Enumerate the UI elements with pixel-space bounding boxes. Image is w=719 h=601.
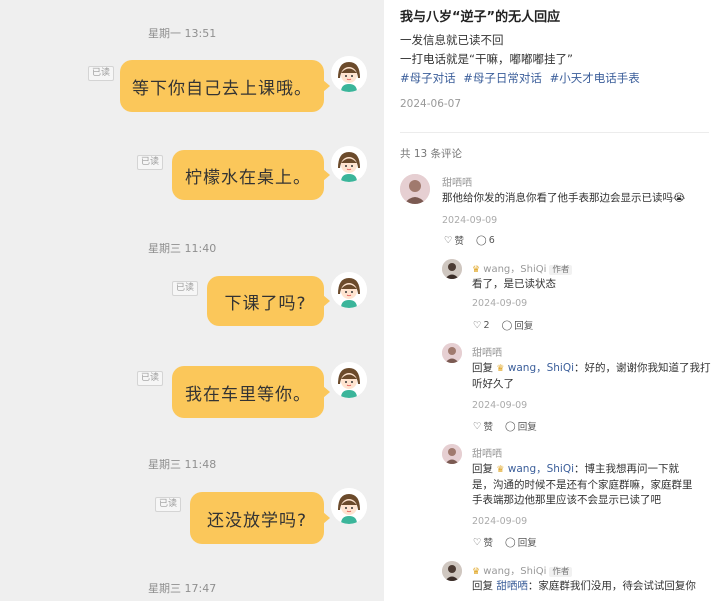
comment-text: 回复 ♛ wang，ShiQi：博主我想再问一下就 是，沟通的时候不是还有个家庭… [472, 463, 693, 506]
chat-bubble-icon: ◯ [476, 234, 487, 246]
comment-count: 共 13 条评论 [400, 148, 463, 160]
message-bubble[interactable]: 柠檬水在桌上。 [172, 150, 330, 200]
reply-button[interactable]: ◯ 回复 [505, 535, 537, 550]
message-timestamp: 星期三 11:40 [148, 242, 217, 255]
user-photo-icon [442, 444, 462, 464]
comment-date: 2024-09-09 [472, 516, 528, 527]
like-button[interactable]: ♡ 赞 [473, 419, 493, 434]
read-receipt: 已读 [137, 155, 164, 170]
chat-bubble-icon: ◯ [505, 536, 516, 548]
post-body-line: 一打电话就是“干嘛，嘟嘟嘟挂了” [400, 52, 573, 66]
message-bubble[interactable]: 我在车里等你。 [172, 366, 330, 418]
crown-icon: ♛ [496, 465, 505, 475]
read-receipt: 已读 [172, 281, 199, 296]
message-timestamp: 星期一 13:51 [148, 27, 217, 40]
avatar[interactable] [331, 362, 367, 398]
chat-bubble-icon: ◯ [505, 420, 516, 432]
post-panel: 我与八岁“逆子”的无人回应 一发信息就已读不回 一打电话就是“干嘛，嘟嘟嘟挂了”… [384, 0, 719, 601]
avatar[interactable] [442, 444, 462, 464]
comment-username[interactable]: 甜哂哂 [472, 445, 502, 460]
crown-icon: ♛ [496, 364, 505, 374]
read-receipt: 已读 [155, 497, 182, 512]
comment-date: 2024-09-09 [472, 298, 528, 309]
post-date: 2024-06-07 [400, 98, 462, 110]
avatar[interactable] [331, 272, 367, 308]
chat-bubble-icon: ◯ [501, 319, 513, 331]
comment-date: 2024-09-09 [442, 215, 498, 226]
author-badge: 作者 [549, 567, 573, 577]
like-button[interactable]: ♡ 赞 [444, 233, 464, 248]
cartoon-girl-icon [331, 272, 367, 308]
crown-icon: ♛ [472, 265, 481, 275]
avatar[interactable] [331, 146, 367, 182]
hashtag-link[interactable]: #母子对话 [400, 71, 456, 85]
user-photo-icon [400, 174, 430, 204]
message-bubble[interactable]: 下课了吗? [207, 276, 330, 326]
avatar[interactable] [442, 343, 462, 363]
avatar[interactable] [331, 488, 367, 524]
cartoon-girl-icon [331, 488, 367, 524]
post-body-line: 一发信息就已读不回 [400, 33, 504, 47]
comment-username[interactable]: ♛ wang，ShiQi 作者 [472, 562, 573, 577]
comment-actions: ♡ 赞 ◯ 回复 [473, 419, 537, 434]
avatar[interactable] [400, 174, 430, 204]
avatar[interactable] [331, 56, 367, 92]
comment-username[interactable]: 甜哂哂 [472, 344, 502, 359]
heart-icon: ♡ [473, 536, 482, 548]
message-bubble[interactable]: 还没放学吗? [190, 492, 330, 544]
heart-icon: ♡ [473, 319, 482, 331]
comment-date: 2024-09-09 [472, 400, 528, 411]
comment-text: 看了，是已读状态 [472, 278, 556, 290]
crown-icon: ♛ [472, 567, 481, 577]
cartoon-girl-icon [331, 56, 367, 92]
avatar[interactable] [442, 561, 462, 581]
reply-button[interactable]: ◯ 回复 [505, 419, 537, 434]
comment-text: 回复 ♛ wang，ShiQi：好的，谢谢你我知道了我打听好久了 [472, 362, 711, 390]
divider [400, 132, 709, 133]
user-photo-icon [442, 259, 462, 279]
comment-actions: ♡ 赞 ◯ 6 [444, 233, 495, 248]
comment-username[interactable]: 甜哂哂 [442, 174, 472, 189]
cartoon-girl-icon [331, 146, 367, 182]
like-button[interactable]: ♡ 2 [473, 320, 490, 331]
cartoon-girl-icon [331, 362, 367, 398]
reply-button[interactable]: ◯ 回复 [501, 318, 534, 333]
hashtag-link[interactable]: #母子日常对话 [463, 71, 542, 85]
read-receipt: 已读 [137, 371, 164, 386]
post-title: 我与八岁“逆子”的无人回应 [400, 10, 561, 25]
author-badge: 作者 [549, 265, 573, 275]
chat-panel: 星期一 13:51 已读 等下你自己去上课哦。 已读 柠檬水在桌上。 星期三 1… [0, 0, 384, 601]
message-bubble[interactable]: 等下你自己去上课哦。 [120, 60, 330, 112]
read-receipt: 已读 [88, 66, 115, 81]
hashtag-link[interactable]: #小天才电话手表 [550, 71, 640, 85]
avatar[interactable] [442, 259, 462, 279]
comment-text: 那他给你发的消息你看了他手表那边会显示已读吗😭 [442, 192, 686, 204]
message-timestamp: 星期三 11:48 [148, 458, 217, 471]
comment-text: 回复 甜哂哂：家庭群我们没用，待会试试回复你 [472, 580, 696, 592]
like-button[interactable]: ♡ 赞 [473, 535, 493, 550]
post-tags: #母子对话 #母子日常对话 #小天才电话手表 [400, 70, 644, 86]
reply-button[interactable]: ◯ 6 [476, 235, 495, 246]
comment-actions: ♡ 赞 ◯ 回复 [473, 535, 537, 550]
message-timestamp: 星期三 17:47 [148, 582, 217, 595]
user-photo-icon [442, 343, 462, 363]
user-photo-icon [442, 561, 462, 581]
heart-icon: ♡ [473, 420, 482, 432]
comment-actions: ♡ 2 ◯ 回复 [473, 318, 534, 333]
heart-icon: ♡ [444, 234, 453, 246]
comment-username[interactable]: ♛ wang，ShiQi 作者 [472, 260, 573, 275]
